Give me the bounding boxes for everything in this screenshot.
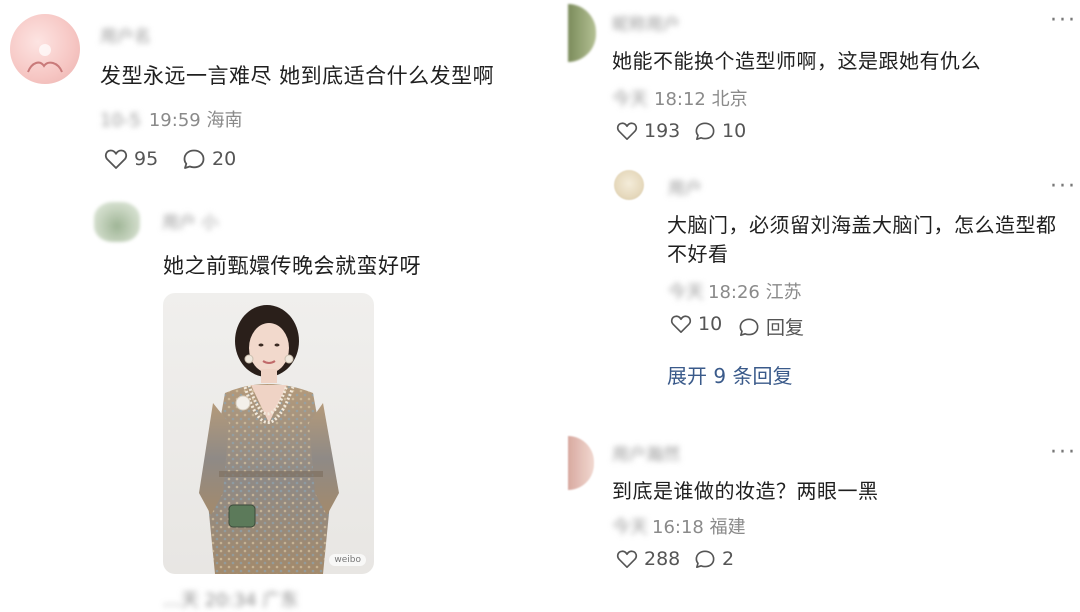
like-button[interactable]: 288 <box>616 548 680 570</box>
heart-outline-icon <box>616 550 638 568</box>
comment-meta: 10-5 19:59 海南 <box>100 106 242 132</box>
avatar[interactable] <box>10 14 80 84</box>
reply-button[interactable]: 20 <box>182 148 236 170</box>
reply-text-line1: 大脑门，必须留刘海盖大脑门，怎么造型都 <box>667 213 1057 237</box>
speech-bubble-icon <box>695 550 715 568</box>
reply-count: 20 <box>212 148 237 170</box>
avatar-art <box>27 44 63 73</box>
like-count: 95 <box>134 148 159 170</box>
like-button[interactable]: 95 <box>104 148 158 170</box>
like-count: 193 <box>644 120 681 142</box>
username[interactable]: 用户瀚然 <box>612 440 680 465</box>
reply-button[interactable]: 10 <box>694 120 746 142</box>
speech-bubble-icon <box>739 317 759 336</box>
reply-label: 回复 <box>766 317 805 339</box>
reply-meta: …天 20:34 广东 <box>163 590 299 611</box>
watermark-badge: weibo <box>329 554 366 566</box>
more-dots-icon[interactable]: ··· <box>1050 176 1077 198</box>
time-location: 18:26 江苏 <box>708 282 802 303</box>
speech-bubble-icon <box>695 122 715 140</box>
avatar[interactable] <box>568 436 594 490</box>
comment-text: 她能不能换个造型师啊，这是跟她有仇么 <box>612 49 981 73</box>
comment-meta: 今天 18:12 北京 <box>612 85 748 111</box>
username[interactable]: 用户 小 <box>162 208 218 233</box>
username[interactable]: 用户 <box>668 174 702 199</box>
expand-replies-link[interactable]: 展开 9 条回复 <box>667 360 792 389</box>
reply-date: 今天 <box>668 282 704 303</box>
heart-outline-icon <box>616 122 638 140</box>
comment-meta: 今天 16:18 福建 <box>612 513 746 539</box>
reply-count: 10 <box>722 120 747 142</box>
woman-in-sequin-dress-image <box>199 305 339 574</box>
time-location: 19:59 海南 <box>148 110 243 131</box>
comment-date: 今天 <box>612 517 648 538</box>
username[interactable]: 昵称用户 <box>612 10 680 35</box>
reply-button[interactable]: 2 <box>694 548 734 570</box>
avatar[interactable] <box>614 170 644 200</box>
heart-outline-icon <box>670 315 692 333</box>
more-dots-icon[interactable]: ··· <box>1050 442 1077 464</box>
reply-text-line2: 不好看 <box>667 242 729 266</box>
reply-count: 2 <box>722 548 735 570</box>
like-button[interactable]: 10 <box>670 313 722 335</box>
more-dots-icon[interactable]: ··· <box>1050 10 1077 32</box>
comment-date: 今天 <box>612 89 648 110</box>
comment-text: 发型永远一言难尽 她到底适合什么发型啊 <box>100 64 495 88</box>
avatar[interactable] <box>568 4 596 62</box>
heart-outline-icon <box>104 149 128 169</box>
attached-photo[interactable]: weibo <box>163 293 374 574</box>
reply-meta: 今天 18:26 江苏 <box>668 278 802 304</box>
like-button[interactable]: 193 <box>616 120 680 142</box>
comment-text: 到底是谁做的妆造？两眼一黑 <box>612 479 879 503</box>
time-location: 18:12 北京 <box>654 89 748 110</box>
like-count: 10 <box>698 313 723 335</box>
comment-date: 10-5 <box>100 110 141 131</box>
speech-bubble-icon <box>183 149 205 169</box>
avatar[interactable] <box>94 202 140 242</box>
username[interactable]: 用户名 <box>100 22 151 47</box>
panel-divider <box>562 0 568 598</box>
time-location: 16:18 福建 <box>652 517 746 538</box>
like-count: 288 <box>644 548 681 570</box>
reply-text: 她之前甄嬛传晚会就蛮好呀 <box>163 254 421 278</box>
reply-button[interactable]: 回复 <box>738 313 804 340</box>
